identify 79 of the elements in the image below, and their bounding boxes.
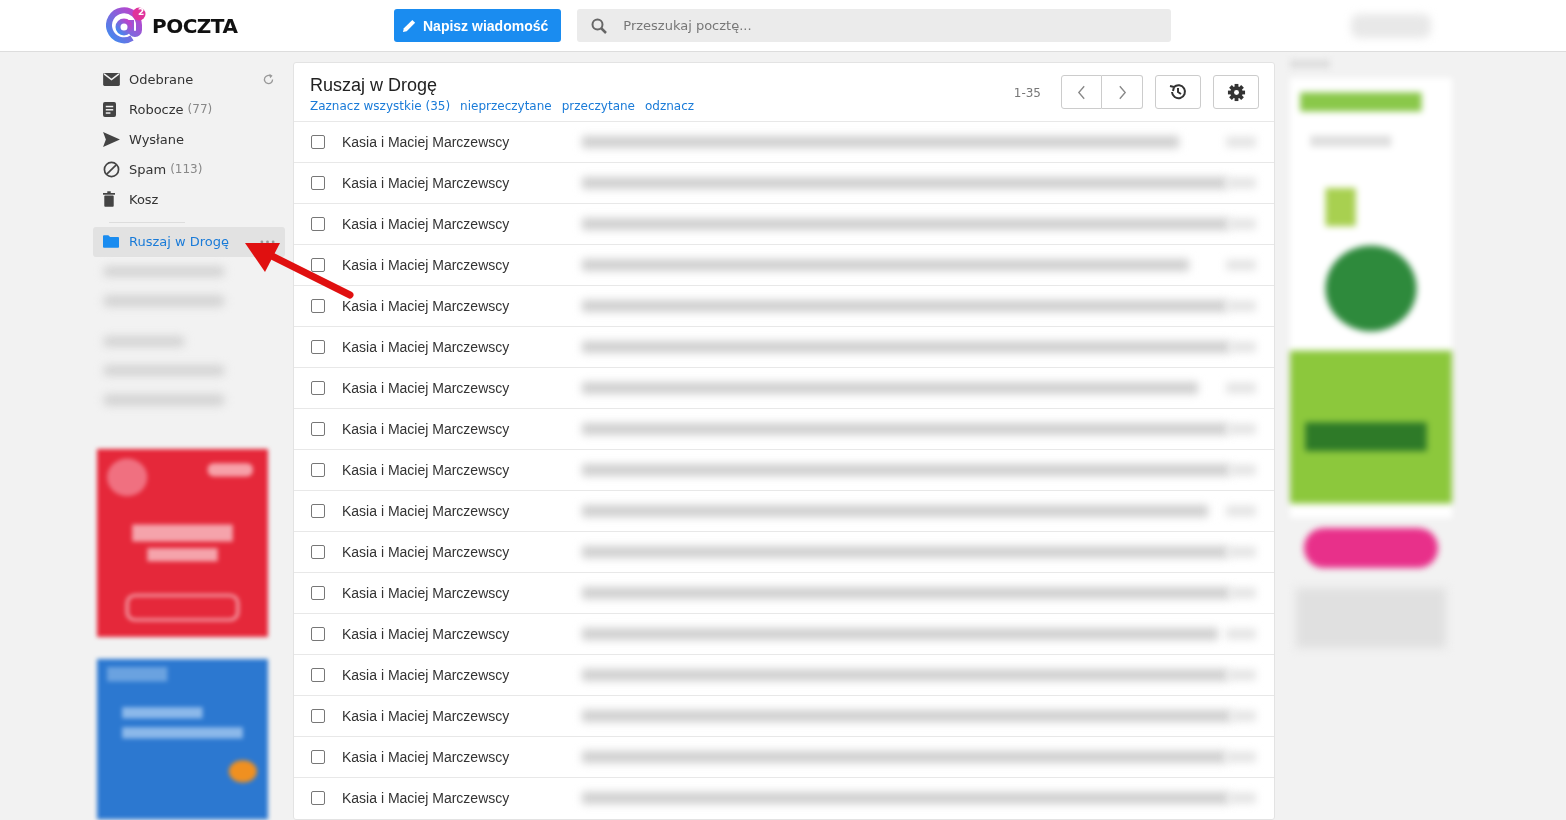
folder-icon bbox=[103, 235, 119, 249]
action-link[interactable]: odznacz bbox=[645, 99, 695, 113]
sender-name: Kasia i Maciej Marczewscy bbox=[342, 257, 511, 273]
trash-icon bbox=[103, 191, 115, 207]
folder-item[interactable]: Ruszaj w Drogę bbox=[93, 226, 285, 257]
blurred-date bbox=[1228, 793, 1256, 803]
item-label: Odebrane bbox=[129, 71, 194, 87]
sidebar-item[interactable]: Spam (113) bbox=[93, 154, 285, 184]
checkbox[interactable] bbox=[311, 709, 325, 723]
sender-name: Kasia i Maciej Marczewscy bbox=[342, 298, 511, 314]
sender-name: Kasia i Maciej Marczewscy bbox=[342, 380, 511, 396]
sidebar-item[interactable]: Wysłane bbox=[93, 124, 285, 154]
checkbox[interactable] bbox=[311, 463, 325, 477]
item-label: Wysłane bbox=[129, 131, 184, 147]
settings-button[interactable] bbox=[1213, 75, 1259, 109]
search-field[interactable]: Przeszukaj pocztę... bbox=[577, 9, 1172, 42]
item-label: Robocze bbox=[129, 101, 184, 117]
history-button[interactable] bbox=[1155, 75, 1201, 109]
checkbox[interactable] bbox=[311, 340, 325, 354]
blurred-date bbox=[1226, 178, 1256, 188]
paper-plane-icon bbox=[103, 131, 120, 147]
checkbox[interactable] bbox=[311, 504, 325, 518]
checkbox[interactable] bbox=[311, 627, 325, 641]
checkbox[interactable] bbox=[311, 176, 325, 190]
item-count: (113) bbox=[170, 162, 203, 176]
sender-name: Kasia i Maciej Marczewscy bbox=[342, 667, 511, 683]
checkbox[interactable] bbox=[311, 750, 325, 764]
prohibited-icon bbox=[103, 160, 120, 178]
sender-name: Kasia i Maciej Marczewscy bbox=[342, 626, 511, 642]
checkbox[interactable] bbox=[311, 791, 325, 805]
checkbox[interactable] bbox=[311, 422, 325, 436]
pencil-icon bbox=[402, 18, 417, 33]
checkbox[interactable] bbox=[311, 668, 325, 682]
sender-name: Kasia i Maciej Marczewscy bbox=[342, 421, 511, 437]
checkbox[interactable] bbox=[311, 217, 325, 231]
sender-name: Kasia i Maciej Marczewscy bbox=[342, 708, 511, 724]
sender-name: Kasia i Maciej Marczewscy bbox=[342, 544, 511, 560]
sender-name: Kasia i Maciej Marczewscy bbox=[342, 503, 511, 519]
item-label: Spam bbox=[129, 161, 167, 177]
envelope-icon bbox=[103, 72, 120, 86]
blurred-date bbox=[1229, 342, 1256, 352]
action-link[interactable]: przeczytane bbox=[561, 99, 635, 113]
checkbox[interactable] bbox=[311, 586, 325, 600]
action-link[interactable]: Zaznacz wszystkie (35) bbox=[310, 99, 451, 113]
action-link[interactable]: nieprzeczytane bbox=[460, 99, 552, 113]
sender-name: Kasia i Maciej Marczewscy bbox=[342, 749, 511, 765]
refresh-icon[interactable] bbox=[262, 72, 275, 86]
compose-button[interactable]: Napisz wiadomość bbox=[394, 9, 562, 42]
sender-name: Kasia i Maciej Marczewscy bbox=[342, 790, 511, 806]
chevron-right-icon bbox=[1117, 84, 1127, 100]
blurred-date bbox=[1227, 424, 1256, 434]
sender-name: Kasia i Maciej Marczewscy bbox=[342, 339, 511, 355]
document-icon bbox=[103, 101, 116, 117]
checkbox[interactable] bbox=[311, 545, 325, 559]
page-range: 1-35 bbox=[1013, 86, 1041, 100]
sender-name: Kasia i Maciej Marczewscy bbox=[342, 175, 511, 191]
checkbox[interactable] bbox=[311, 299, 325, 313]
logo-number: 2 bbox=[138, 6, 145, 17]
item-label: Kosz bbox=[129, 191, 159, 207]
checkbox[interactable] bbox=[311, 381, 325, 395]
settings-icon bbox=[1226, 82, 1246, 102]
logo-text: POCZTA bbox=[152, 13, 238, 38]
item-label: Ruszaj w Drogę bbox=[129, 234, 230, 250]
blurred-date bbox=[1230, 711, 1256, 721]
history-icon bbox=[1168, 82, 1188, 102]
sidebar-item[interactable]: Robocze (77) bbox=[93, 94, 285, 124]
sender-name: Kasia i Maciej Marczewscy bbox=[342, 585, 511, 601]
checkbox[interactable] bbox=[311, 258, 325, 272]
folder-title: Ruszaj w Drogę bbox=[310, 75, 439, 96]
sidebar-item[interactable]: Kosz bbox=[93, 184, 285, 214]
logo-icon bbox=[106, 5, 146, 46]
sender-name: Kasia i Maciej Marczewscy bbox=[342, 216, 511, 232]
sender-name: Kasia i Maciej Marczewscy bbox=[342, 134, 511, 150]
sender-name: Kasia i Maciej Marczewscy bbox=[342, 462, 511, 478]
checkbox[interactable] bbox=[311, 135, 325, 149]
more-icon[interactable] bbox=[260, 239, 275, 244]
chevron-left-icon bbox=[1077, 84, 1086, 100]
item-count: (77) bbox=[187, 102, 213, 116]
sidebar-item[interactable]: Odebrane bbox=[93, 64, 285, 94]
